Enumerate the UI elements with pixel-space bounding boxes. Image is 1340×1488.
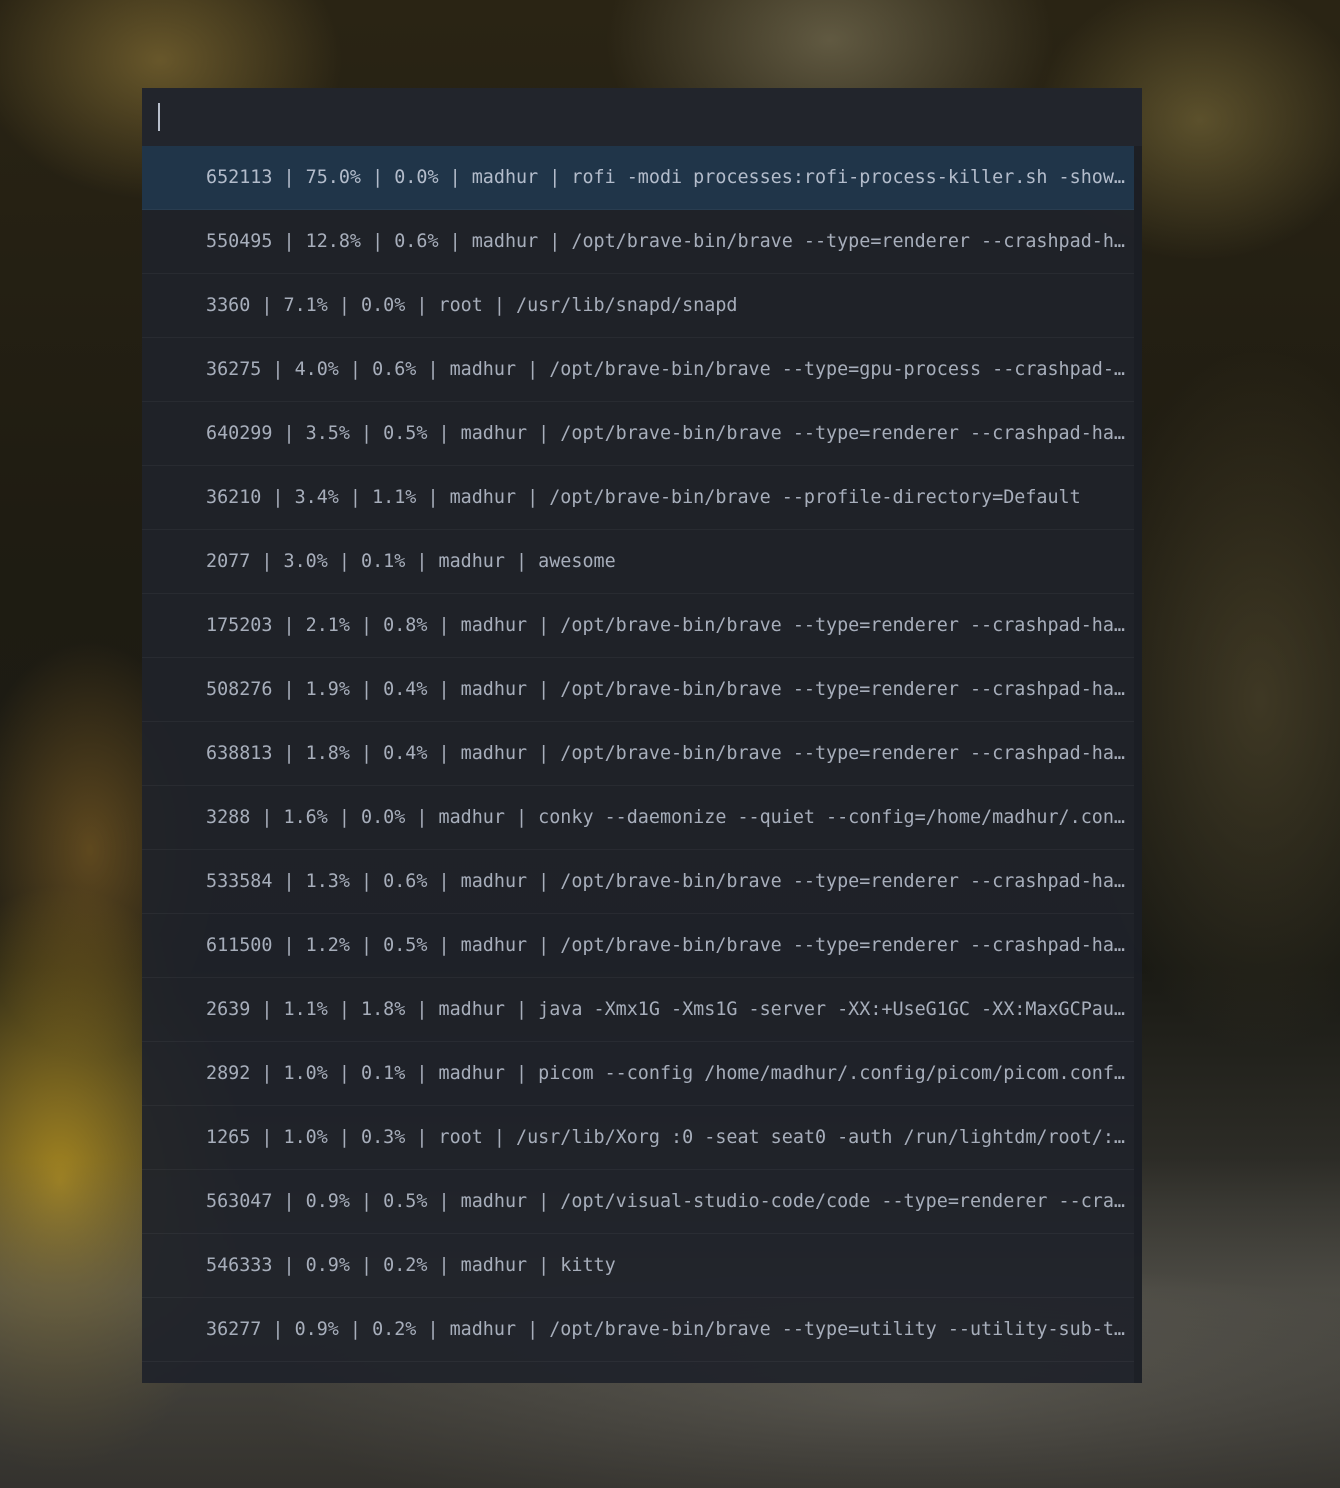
list-item[interactable]: 638813 | 1.8% | 0.4% | madhur | /opt/bra… — [142, 722, 1134, 786]
list-item-label: 36210 | 3.4% | 1.1% | madhur | /opt/brav… — [206, 487, 1081, 508]
list-item[interactable]: 3360 | 7.1% | 0.0% | root | /usr/lib/sna… — [142, 274, 1134, 338]
list-item-label: 3288 | 1.6% | 0.0% | madhur | conky --da… — [206, 807, 1130, 828]
list-item-label: 640299 | 3.5% | 0.5% | madhur | /opt/bra… — [206, 423, 1130, 444]
list-item-label: 2892 | 1.0% | 0.1% | madhur | picom --co… — [206, 1063, 1130, 1084]
list-item[interactable]: 175203 | 2.1% | 0.8% | madhur | /opt/bra… — [142, 594, 1134, 658]
list-item-label: 175203 | 2.1% | 0.8% | madhur | /opt/bra… — [206, 615, 1130, 636]
list-item[interactable]: 36275 | 4.0% | 0.6% | madhur | /opt/brav… — [142, 338, 1134, 402]
list-item[interactable]: 563047 | 0.9% | 0.5% | madhur | /opt/vis… — [142, 1170, 1134, 1234]
scrollbar[interactable] — [1134, 146, 1142, 1383]
list-item-label: 563047 | 0.9% | 0.5% | madhur | /opt/vis… — [206, 1191, 1130, 1212]
rofi-launcher-window: 652113 | 75.0% | 0.0% | madhur | rofi -m… — [142, 88, 1142, 1383]
list-item-label: 36277 | 0.9% | 0.2% | madhur | /opt/brav… — [206, 1319, 1130, 1340]
list-item-label: 546333 | 0.9% | 0.2% | madhur | kitty — [206, 1255, 616, 1276]
list-item[interactable]: 611500 | 1.2% | 0.5% | madhur | /opt/bra… — [142, 914, 1134, 978]
list-item[interactable]: 36210 | 3.4% | 1.1% | madhur | /opt/brav… — [142, 466, 1134, 530]
list-item[interactable]: 2639 | 1.1% | 1.8% | madhur | java -Xmx1… — [142, 978, 1134, 1042]
list-item-label: 638813 | 1.8% | 0.4% | madhur | /opt/bra… — [206, 743, 1130, 764]
list-item-label: 2077 | 3.0% | 0.1% | madhur | awesome — [206, 551, 616, 572]
text-caret — [158, 103, 160, 131]
list-item[interactable]: 2892 | 1.0% | 0.1% | madhur | picom --co… — [142, 1042, 1134, 1106]
list-item[interactable]: 1265 | 1.0% | 0.3% | root | /usr/lib/Xor… — [142, 1106, 1134, 1170]
list-item-label: 652113 | 75.0% | 0.0% | madhur | rofi -m… — [206, 167, 1130, 188]
list-item[interactable]: 2077 | 3.0% | 0.1% | madhur | awesome — [142, 530, 1134, 594]
list-item[interactable]: 640299 | 3.5% | 0.5% | madhur | /opt/bra… — [142, 402, 1134, 466]
list-item[interactable]: 36277 | 0.9% | 0.2% | madhur | /opt/brav… — [142, 1298, 1134, 1362]
list-item-label: 550495 | 12.8% | 0.6% | madhur | /opt/br… — [206, 231, 1130, 252]
list-item-label: 3360 | 7.1% | 0.0% | root | /usr/lib/sna… — [206, 295, 738, 316]
search-input[interactable] — [156, 104, 1116, 132]
list-item[interactable]: 533584 | 1.3% | 0.6% | madhur | /opt/bra… — [142, 850, 1134, 914]
list-item-label: 2639 | 1.1% | 1.8% | madhur | java -Xmx1… — [206, 999, 1130, 1020]
list-item[interactable]: 508276 | 1.9% | 0.4% | madhur | /opt/bra… — [142, 658, 1134, 722]
list-item-label: 36275 | 4.0% | 0.6% | madhur | /opt/brav… — [206, 359, 1130, 380]
process-list: 652113 | 75.0% | 0.0% | madhur | rofi -m… — [142, 146, 1134, 1362]
list-item[interactable]: 546333 | 0.9% | 0.2% | madhur | kitty — [142, 1234, 1134, 1298]
list-item-label: 611500 | 1.2% | 0.5% | madhur | /opt/bra… — [206, 935, 1130, 956]
list-item-label: 1265 | 1.0% | 0.3% | root | /usr/lib/Xor… — [206, 1127, 1130, 1148]
list-item-label: 508276 | 1.9% | 0.4% | madhur | /opt/bra… — [206, 679, 1130, 700]
prompt-bar — [142, 88, 1142, 146]
list-item[interactable]: 3288 | 1.6% | 0.0% | madhur | conky --da… — [142, 786, 1134, 850]
list-item[interactable]: 550495 | 12.8% | 0.6% | madhur | /opt/br… — [142, 210, 1134, 274]
list-item-label: 533584 | 1.3% | 0.6% | madhur | /opt/bra… — [206, 871, 1130, 892]
list-item[interactable]: 652113 | 75.0% | 0.0% | madhur | rofi -m… — [142, 146, 1134, 210]
